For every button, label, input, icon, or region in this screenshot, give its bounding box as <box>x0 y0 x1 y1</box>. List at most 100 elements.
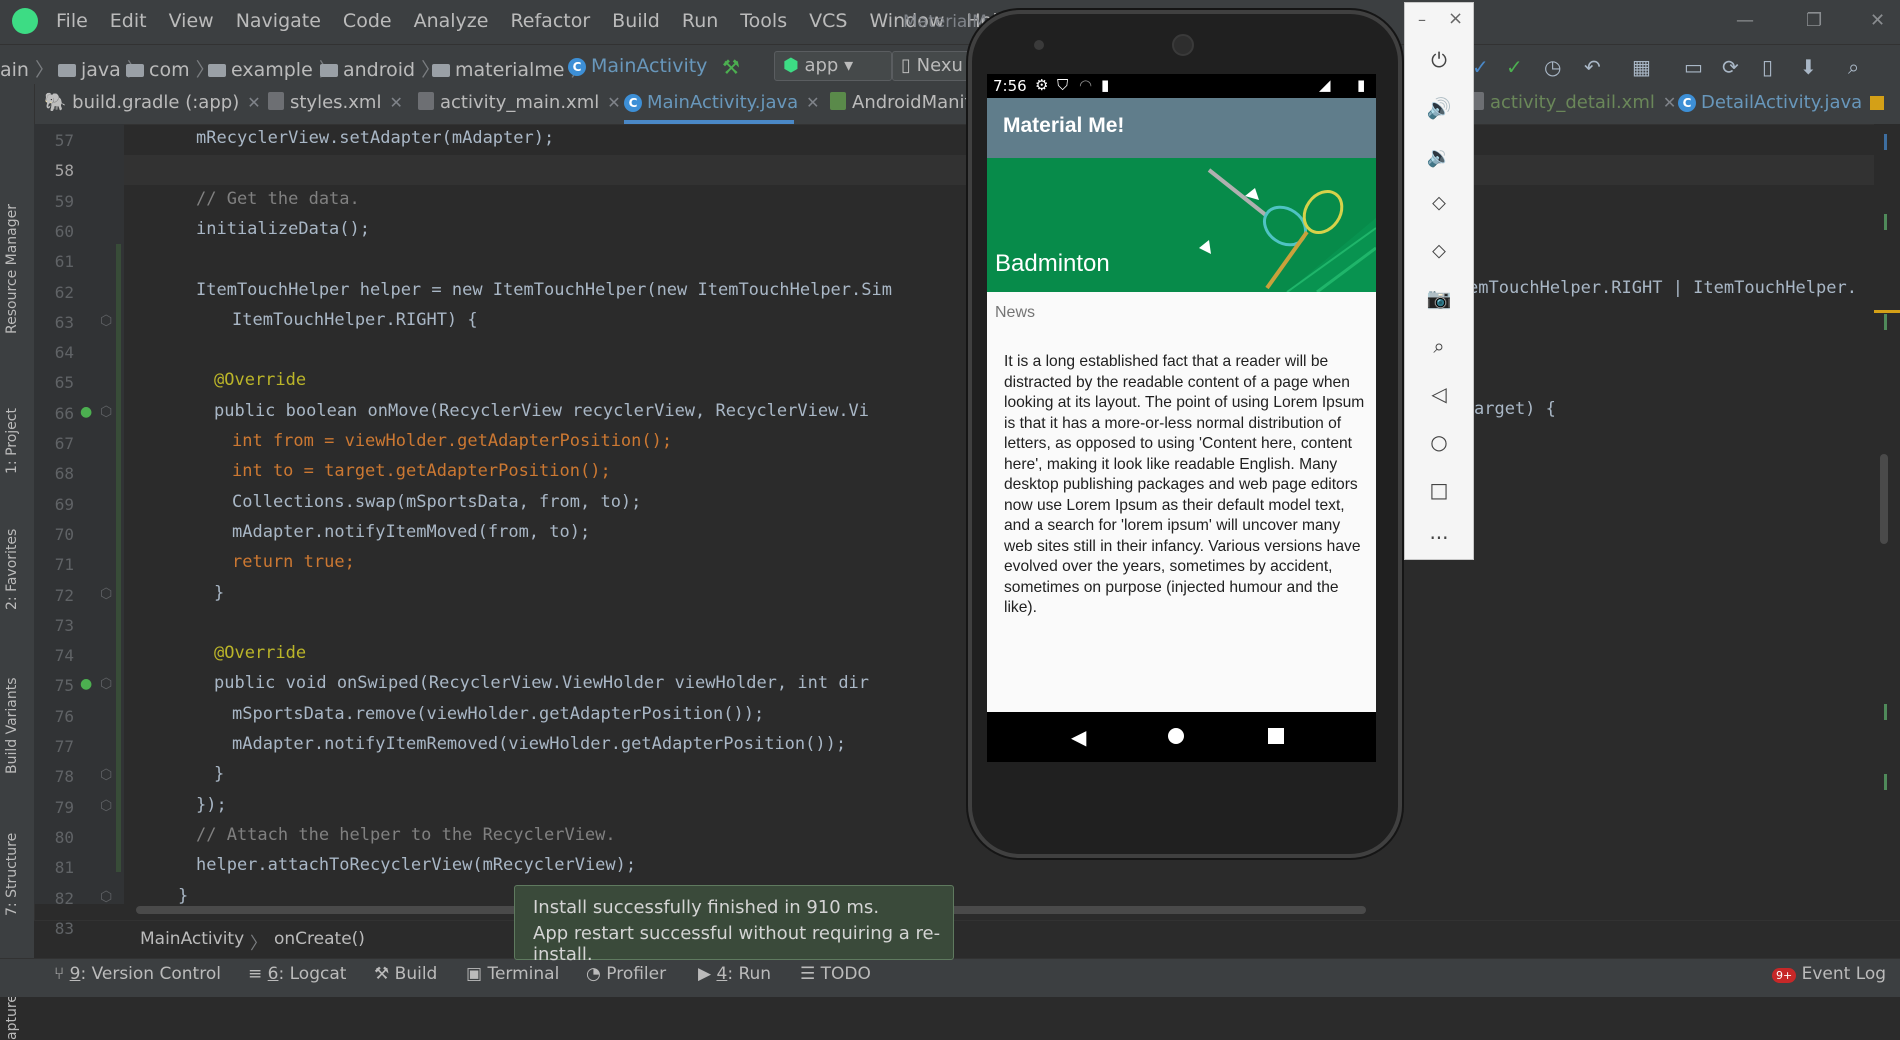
code-line[interactable]: ItemTouchHelper.RIGHT) { <box>232 310 478 330</box>
menu-navigate[interactable]: Navigate <box>236 10 321 32</box>
back-nav-icon[interactable]: ◀ <box>1071 725 1086 749</box>
breadcrumb-example[interactable]: example 〉 <box>208 55 338 82</box>
terminal-tab[interactable]: ▣ Terminal <box>466 964 559 984</box>
zoom-icon[interactable]: ⌕ <box>1425 334 1453 358</box>
minimize-window-icon[interactable]: — <box>1736 10 1754 31</box>
logcat-tab[interactable]: ≡ 6: Logcat <box>248 964 346 984</box>
build-variants-tab[interactable]: Build Variants <box>4 677 20 774</box>
code-line[interactable]: mAdapter.notifyItemMoved(from, to); <box>232 522 590 542</box>
tab-mainactivity-java[interactable]: C MainActivity.java ✕ <box>624 92 820 113</box>
volume-down-icon[interactable]: 🔉 <box>1425 144 1453 168</box>
code-line[interactable]: public void onSwiped(RecyclerView.ViewHo… <box>214 673 869 693</box>
search-icon[interactable]: ⌕ <box>1848 55 1859 79</box>
rotate-left-icon[interactable]: ⬦ <box>1425 190 1453 214</box>
screenshot-camera-icon[interactable]: 📷 <box>1425 286 1453 310</box>
build-tab[interactable]: ⚒ Build <box>374 964 437 984</box>
power-icon[interactable]: ⏻ <box>1425 48 1453 72</box>
close-tab-icon[interactable]: ✕ <box>247 93 260 112</box>
menu-view[interactable]: View <box>169 10 214 32</box>
code-line[interactable]: mSportsData.remove(viewHolder.getAdapter… <box>232 704 764 724</box>
tab-activity-main-xml[interactable]: activity_main.xml ✕ <box>418 92 621 113</box>
fold-icon[interactable]: ⬡ <box>100 586 112 602</box>
code-line[interactable]: // Attach the helper to the RecyclerView… <box>196 825 616 845</box>
fold-icon[interactable]: ⬡ <box>100 767 112 783</box>
tab-build-gradle[interactable]: 🐘 build.gradle (:app) ✕ <box>44 92 261 113</box>
version-control-tab[interactable]: ⑂ 9: Version Control <box>54 964 221 984</box>
sync-icon[interactable]: ⟳ <box>1722 55 1739 79</box>
override-gutter-icon[interactable]: ● <box>80 404 92 420</box>
undo-icon[interactable]: ↶ <box>1584 55 1601 79</box>
code-line[interactable]: } <box>178 886 188 906</box>
menu-vcs[interactable]: VCS <box>809 10 847 32</box>
panel-minimize-button[interactable]: – <box>1418 10 1426 29</box>
menu-edit[interactable]: Edit <box>110 10 147 32</box>
warning-marker[interactable] <box>1870 96 1884 110</box>
fold-icon[interactable]: ⬡ <box>100 798 112 814</box>
history-icon[interactable]: ◷ <box>1544 55 1561 79</box>
apply-changes-icon[interactable]: ✓ <box>1472 55 1489 79</box>
breadcrumb-android[interactable]: android 〉 <box>320 55 440 82</box>
back-icon[interactable]: ◁ <box>1425 382 1453 406</box>
panel-close-button[interactable]: × <box>1448 8 1463 29</box>
code-line[interactable]: initializeData(); <box>196 219 370 239</box>
sdk-manager-icon[interactable]: ⬇ <box>1800 55 1817 79</box>
home-icon[interactable]: ○ <box>1425 430 1453 454</box>
close-tab-icon[interactable]: ✕ <box>607 93 620 112</box>
code-line[interactable]: }); <box>196 795 227 815</box>
device-dropdown[interactable]: ▯ Nexu <box>892 51 980 81</box>
menu-file[interactable]: File <box>56 10 88 32</box>
code-line[interactable]: mAdapter.notifyItemRemoved(viewHolder.ge… <box>232 734 846 754</box>
code-line[interactable]: // Get the data. <box>196 189 360 209</box>
run-tab[interactable]: ▶ 4: Run <box>698 964 771 984</box>
install-notification-balloon[interactable]: Install successfully finished in 910 ms.… <box>514 885 954 965</box>
rotate-right-icon[interactable]: ⬦ <box>1425 238 1453 262</box>
resource-manager-tab[interactable]: Resource Manager <box>4 204 20 334</box>
code-line[interactable]: } <box>214 583 224 603</box>
close-tab-icon[interactable]: ✕ <box>389 93 402 112</box>
home-nav-icon[interactable] <box>1168 728 1184 744</box>
breadcrumb-materialme[interactable]: materialme 〉 <box>432 55 590 82</box>
menu-tools[interactable]: Tools <box>740 10 787 32</box>
volume-up-icon[interactable]: 🔊 <box>1425 96 1453 120</box>
tab-detailactivity-java[interactable]: CDetailActivity.java✕ <box>1678 92 1884 113</box>
breadcrumb-mainactivity[interactable]: C MainActivity <box>568 55 707 77</box>
code-line[interactable]: @Override <box>214 643 306 663</box>
code-line[interactable]: int to = target.getAdapterPosition(); <box>232 461 611 481</box>
fold-icon[interactable]: ⬡ <box>100 404 112 420</box>
menu-code[interactable]: Code <box>343 10 392 32</box>
event-log-tab[interactable]: 9+ Event Log <box>1772 964 1886 984</box>
fold-icon[interactable]: ⬡ <box>100 889 112 905</box>
recents-nav-icon[interactable] <box>1268 728 1284 744</box>
profiler-tab[interactable]: ◔ Profiler <box>586 964 666 984</box>
override-gutter-icon[interactable]: ● <box>80 676 92 692</box>
close-tab-icon[interactable]: ✕ <box>806 93 819 112</box>
breadcrumb-main[interactable]: ain 〉 <box>0 55 54 82</box>
fold-icon[interactable]: ⬡ <box>100 313 112 329</box>
code-line[interactable]: public boolean onMove(RecyclerView recyc… <box>214 401 869 421</box>
restore-window-icon[interactable]: ❐ <box>1806 10 1822 31</box>
tab-styles-xml[interactable]: styles.xml ✕ <box>268 92 403 113</box>
vertical-scrollbar[interactable] <box>1874 124 1900 904</box>
code-line[interactable]: return true; <box>232 552 355 572</box>
more-options-icon[interactable]: ... <box>1425 520 1453 544</box>
code-line[interactable]: Collections.swap(mSportsData, from, to); <box>232 492 641 512</box>
avd-manager-icon[interactable]: ▯ <box>1762 55 1773 79</box>
menu-run[interactable]: Run <box>682 10 718 32</box>
hammer-build-icon[interactable]: ⚒ <box>722 55 740 79</box>
structure-tab[interactable]: 7: Structure <box>4 833 20 916</box>
project-tab[interactable]: 1: Project <box>4 408 20 474</box>
code-line[interactable]: mRecyclerView.setAdapter(mAdapter); <box>196 128 554 148</box>
breadcrumb-class[interactable]: MainActivity <box>140 929 244 949</box>
code-line[interactable]: ItemTouchHelper helper = new ItemTouchHe… <box>196 280 892 300</box>
breadcrumb-method[interactable]: onCreate() <box>274 929 365 949</box>
menu-analyze[interactable]: Analyze <box>414 10 489 32</box>
project-structure-icon[interactable]: ▦ <box>1632 55 1651 79</box>
tab-androidmanifest[interactable]: AndroidManif <box>830 92 971 113</box>
run-config-dropdown[interactable]: ⬢ app ▾ <box>774 51 892 81</box>
code-line[interactable]: @Override <box>214 370 306 390</box>
code-line[interactable]: } <box>214 764 224 784</box>
tab-activity-detail-xml[interactable]: activity_detail.xml ✕ <box>1468 92 1676 113</box>
menu-refactor[interactable]: Refactor <box>510 10 590 32</box>
fold-icon[interactable]: ⬡ <box>100 676 112 692</box>
layout-inspector-icon[interactable]: ▭ <box>1684 55 1703 79</box>
